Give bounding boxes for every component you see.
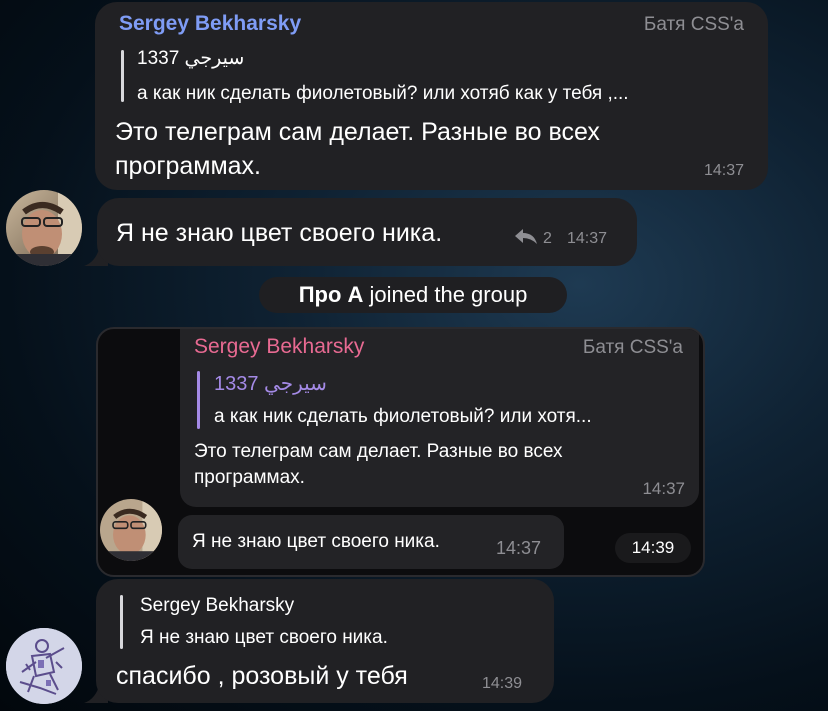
forwarded-message-2-text: Я не знаю цвет своего ника. [192,531,440,552]
reply-quote-text[interactable]: а как ник сделать фиолетовый? или хотяб … [137,83,747,105]
forwarded-quote-bar [197,371,200,429]
image-time-badge: 14:39 [615,533,691,563]
message-text: Я не знаю цвет своего ника. [116,219,443,247]
message-bubble[interactable]: Sergey Bekharsky Я не знаю цвет своего н… [96,579,554,703]
message-time: 14:37 [567,230,608,247]
reply-quote-title[interactable]: سيرجي 1337 [137,47,244,70]
message-bubble[interactable]: Я не знаю цвет своего ника. 2 14:37 [97,198,637,266]
reply-quote-text[interactable]: Я не знаю цвет своего ника. [140,627,540,649]
forwarded-message-text: Это телеграм сам делает. Разные во всех … [194,441,563,488]
avatar[interactable] [6,628,82,704]
forwarded-quote-text: а как ник сделать фиолетовый? или хотя..… [214,406,592,427]
forwarded-message-2-time: 14:37 [496,538,542,558]
forwarded-sender-role: Батя CSS'a [582,337,683,358]
message-time: 14:37 [703,162,744,179]
forwarded-bubble: Sergey Bekharsky Батя CSS'a سيرجي 1337 а… [180,329,699,507]
sender-name[interactable]: Sergey Bekharsky [119,12,301,36]
service-user[interactable]: Про А [299,282,364,307]
service-action: joined the group [369,282,528,307]
forwarded-avatar [100,499,162,561]
service-message: Про А joined the group [259,277,567,313]
forwarded-quote-title: سيرجي 1337 [214,373,327,395]
reply-arrow-icon [515,229,537,244]
message-text: Это телеграм сам делает. Разные во всех … [115,118,600,180]
message-bubble[interactable]: Sergey Bekharsky Батя CSS'a سيرجي 1337 а… [95,2,768,190]
forwarded-message-time: 14:37 [642,479,685,498]
reply-quote-bar [121,50,124,102]
forwarded-sender-name: Sergey Bekharsky [194,335,365,358]
reply-quote-bar [120,595,123,649]
replies-count[interactable]: 2 [543,230,552,248]
message-bubble[interactable]: Sergey Bekharsky Батя CSS'a سيرجي 1337 а… [96,327,705,577]
screenshot-image[interactable]: Sergey Bekharsky Батя CSS'a سيرجي 1337 а… [98,329,703,575]
sender-role: Батя CSS'a [643,14,744,35]
reply-quote-title[interactable]: Sergey Bekharsky [140,595,294,617]
avatar[interactable] [6,190,82,266]
message-time: 14:39 [482,675,523,692]
message-text: спасибо , розовый у тебя [116,662,408,690]
forwarded-bubble-2: Я не знаю цвет своего ника. 14:37 [178,515,564,569]
